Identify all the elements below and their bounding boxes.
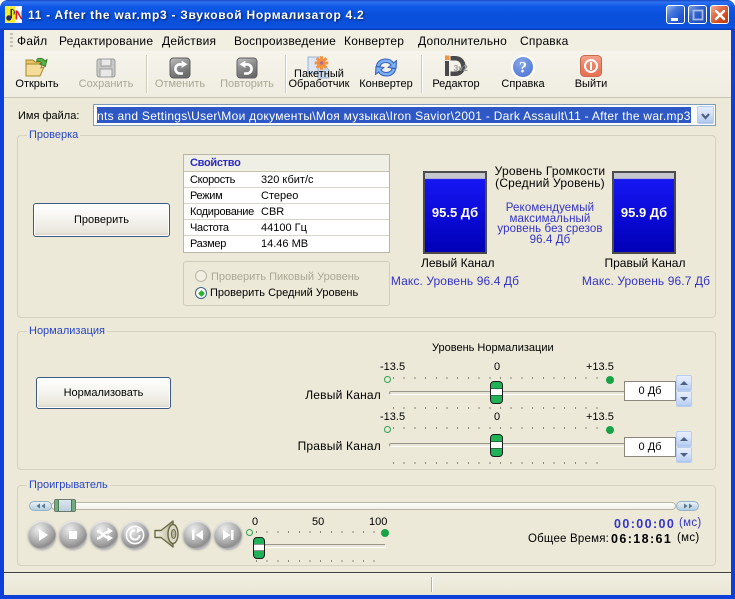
svg-text:N: N bbox=[15, 8, 22, 23]
svg-text:?: ? bbox=[519, 60, 527, 77]
svg-text:3v2: 3v2 bbox=[454, 63, 468, 73]
